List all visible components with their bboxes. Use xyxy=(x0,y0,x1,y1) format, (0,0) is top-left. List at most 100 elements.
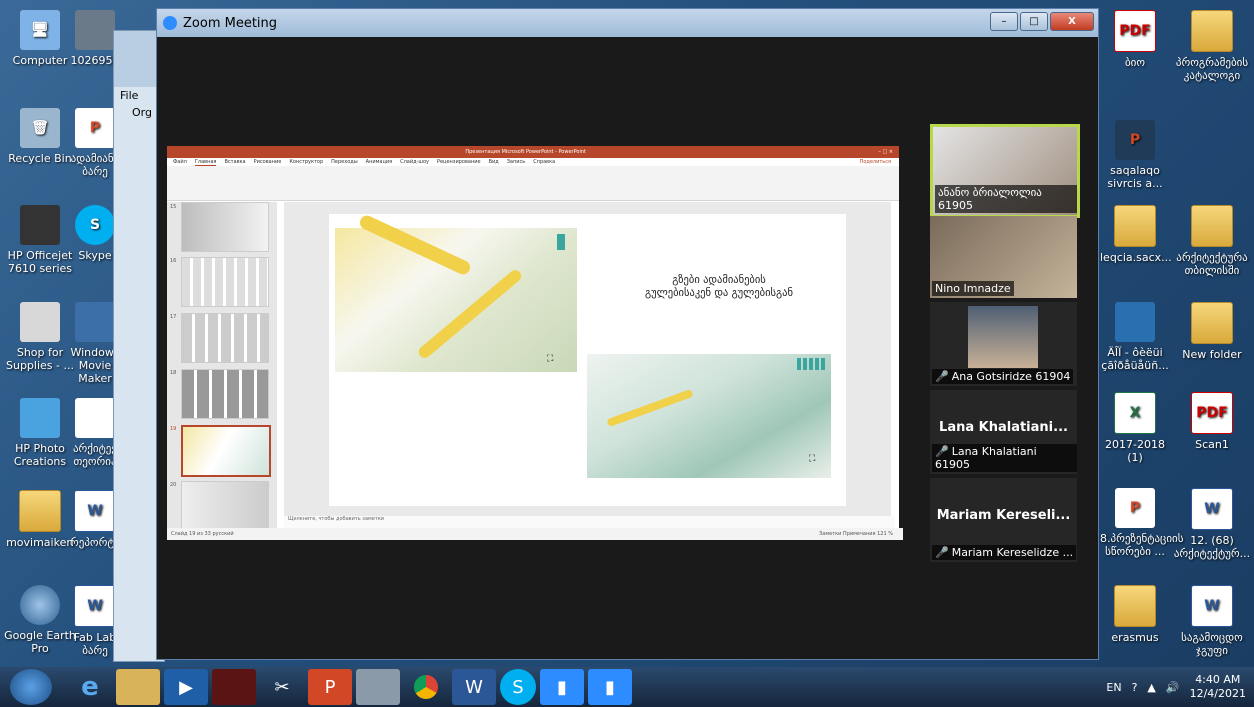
desktop-icon-new-folder[interactable]: New folder xyxy=(1172,302,1252,361)
desktop-icon-scan1[interactable]: PDF Scan1 xyxy=(1172,392,1252,451)
computer-icon: 🖥 xyxy=(20,10,60,50)
desktop-icon-catalog[interactable]: პროგრამების კატალოგი xyxy=(1172,10,1252,82)
ie-icon[interactable]: e xyxy=(68,669,112,705)
desktop-icon-word-12[interactable]: W 12. (68) არქიტექტურ... xyxy=(1172,488,1252,560)
desktop-icon-recycle-bin[interactable]: 🗑 Recycle Bin xyxy=(0,108,80,165)
clock[interactable]: 4:40 AM 12/4/2021 xyxy=(1190,673,1246,701)
desktop-icon-presentation-fixes[interactable]: P 8.პრეზენტაციის სწორები ... xyxy=(1100,488,1183,558)
slide-image-paths-trees[interactable]: ⛶ xyxy=(335,213,577,372)
ppt-window-controls: – □ × xyxy=(878,149,893,155)
ppt-tab[interactable]: Рецензирование xyxy=(437,159,481,165)
ppt-tab[interactable]: Анимация xyxy=(366,159,392,165)
desktop-icon-exam-group[interactable]: W საგამოცდო ჯგუფი xyxy=(1172,585,1252,657)
ppt-tab[interactable]: Запись xyxy=(507,159,525,165)
zoom-titlebar[interactable]: Zoom Meeting xyxy=(157,9,1098,37)
media-player-icon[interactable]: ▶ xyxy=(164,669,208,705)
slide-image-river-trees[interactable]: ⛶ xyxy=(587,354,831,478)
excel-icon: X xyxy=(1114,392,1156,434)
snipping-icon[interactable]: ✂ xyxy=(260,669,304,705)
desktop-icon-movimaikeri[interactable]: movimaikeri xyxy=(0,490,80,549)
explorer-icon[interactable] xyxy=(116,669,160,705)
ppt-tab[interactable]: Вид xyxy=(489,159,499,165)
start-button[interactable] xyxy=(10,669,52,705)
system-tray: EN ? ▲ 🔊 4:40 AM 12/4/2021 xyxy=(1106,667,1246,707)
close-button[interactable]: X xyxy=(1050,12,1094,31)
expand-icon[interactable]: ⛶ xyxy=(809,454,815,464)
slide-thumbnail[interactable] xyxy=(181,481,269,531)
skype-icon[interactable]: S xyxy=(500,669,536,705)
participant-tile[interactable]: Lana Khalatiani... 🎤 Lana Khalatiani 6190… xyxy=(930,390,1077,474)
ppt-ribbon[interactable] xyxy=(167,166,899,201)
desktop-icon-architecture-tbilisi[interactable]: არქიტექტურა თბილისში xyxy=(1172,205,1252,277)
taskbar: e ▶ ✂ P W S ▮ ▮ EN ? ▲ 🔊 4:40 AM 12/4/20… xyxy=(0,667,1254,707)
current-slide[interactable]: ⛶ გზები ადამიანების გულებისაკენ და გულებ… xyxy=(329,213,846,506)
slide-number: 18 xyxy=(170,370,177,376)
participant-video[interactable]: Nino Imnadze xyxy=(930,216,1077,298)
help-icon[interactable]: ? xyxy=(1132,681,1138,694)
word-icon[interactable]: W xyxy=(452,669,496,705)
participant-name: 🎤 Ana Gotsiridze 61904 xyxy=(932,369,1074,384)
slide-logo-icon xyxy=(797,358,825,370)
pdf-icon: PDF xyxy=(1191,392,1233,434)
ppt-tab[interactable]: Вставка xyxy=(224,159,245,165)
minimize-button[interactable]: – xyxy=(990,12,1018,31)
zip-icon xyxy=(1191,205,1233,247)
ppt-tab[interactable]: Главная xyxy=(194,159,217,166)
autocad-icon[interactable] xyxy=(212,669,256,705)
desktop-icon-video[interactable]: ÄÎÏ - ôèëüi çãîðåüåüñ... xyxy=(1100,302,1170,372)
slide-thumbnail[interactable] xyxy=(181,313,269,363)
mic-muted-icon: 🎤 xyxy=(935,370,949,383)
slide-thumbnails[interactable]: 15 16 17 18 19 20 xyxy=(167,202,277,531)
ppt-title: Презентация Microsoft PowerPoint - Power… xyxy=(465,149,587,155)
expand-icon[interactable]: ⛶ xyxy=(547,354,553,364)
ppt-tab[interactable]: Справка xyxy=(533,159,555,165)
powerpoint-icon: P xyxy=(1115,120,1155,160)
zoom-logo-icon xyxy=(163,16,177,30)
zoom-icon[interactable]: ▮ xyxy=(588,669,632,705)
desktop-icon-shop-supplies[interactable]: Shop for Supplies - ... xyxy=(0,302,80,372)
ppt-share-button[interactable]: Поделиться xyxy=(860,159,891,165)
ppt-tab[interactable]: Файл xyxy=(173,159,187,165)
chrome-icon[interactable] xyxy=(404,669,448,705)
participant-name: ანანო ბრიალოლია 61905 xyxy=(935,185,1077,213)
slide-thumbnail[interactable] xyxy=(181,369,269,419)
zip-icon xyxy=(1114,205,1156,247)
desktop-icon-erasmus[interactable]: erasmus xyxy=(1100,585,1170,644)
maximize-button[interactable]: □ xyxy=(1020,12,1048,31)
zoom-icon[interactable]: ▮ xyxy=(540,669,584,705)
slide-thumbnail[interactable] xyxy=(181,257,269,307)
desktop-icon-google-earth[interactable]: Google Earth Pro xyxy=(0,585,80,655)
ppt-tab[interactable]: Переходы xyxy=(331,159,358,165)
document-icon xyxy=(75,398,115,438)
slide-editing-area[interactable]: ⛶ გზები ადამიანების გულებისაკენ და გულებ… xyxy=(284,202,891,528)
participant-video-active-speaker[interactable]: ანანო ბრიალოლია 61905 xyxy=(930,124,1080,218)
desktop-icon-bio[interactable]: PDF ბიო xyxy=(1100,10,1170,69)
notes-pane[interactable]: Щелкните, чтобы добавить заметки xyxy=(284,516,895,528)
ppt-tab[interactable]: Рисование xyxy=(254,159,282,165)
slide-number: 15 xyxy=(170,204,177,210)
desktop-icon-excel[interactable]: X 2017-2018 (1) xyxy=(1100,392,1170,464)
ppt-tab[interactable]: Конструктор xyxy=(289,159,323,165)
word-icon: W xyxy=(74,490,116,532)
powerpoint-icon: P xyxy=(75,108,115,148)
powerpoint-icon[interactable]: P xyxy=(308,669,352,705)
word-icon: W xyxy=(1191,585,1233,627)
desktop-icon-leqcia[interactable]: leqcia.sacx... xyxy=(1100,205,1172,264)
zip-icon xyxy=(1191,10,1233,52)
ppt-tab[interactable]: Слайд-шоу xyxy=(400,159,429,165)
desktop-icon-saqalaqo[interactable]: P saqalaqo sivrcis a... xyxy=(1100,120,1170,190)
participant-tile[interactable]: 🎤 Ana Gotsiridze 61904 xyxy=(930,302,1077,386)
desktop-icon-computer[interactable]: 🖥 Computer xyxy=(0,10,80,67)
desktop-icon-hp-photo[interactable]: HP Photo Creations xyxy=(0,398,80,468)
language-indicator[interactable]: EN xyxy=(1106,681,1121,694)
slide-thumbnail[interactable] xyxy=(181,202,269,252)
desktop-icon-hp-officejet[interactable]: HP Officejet 7610 series xyxy=(0,205,80,275)
shared-screen-powerpoint[interactable]: Презентация Microsoft PowerPoint - Power… xyxy=(167,146,903,540)
photo-icon xyxy=(20,398,60,438)
ppt-tabs: Файл Главная Вставка Рисование Конструкт… xyxy=(167,158,899,166)
scanner-icon[interactable] xyxy=(356,669,400,705)
participant-tile[interactable]: Mariam Kereseli... 🎤 Mariam Kereselidze .… xyxy=(930,478,1077,562)
volume-icon[interactable]: 🔊 xyxy=(1166,681,1180,694)
slide-thumbnail-active[interactable] xyxy=(181,425,271,477)
network-icon[interactable]: ▲ xyxy=(1147,681,1155,694)
